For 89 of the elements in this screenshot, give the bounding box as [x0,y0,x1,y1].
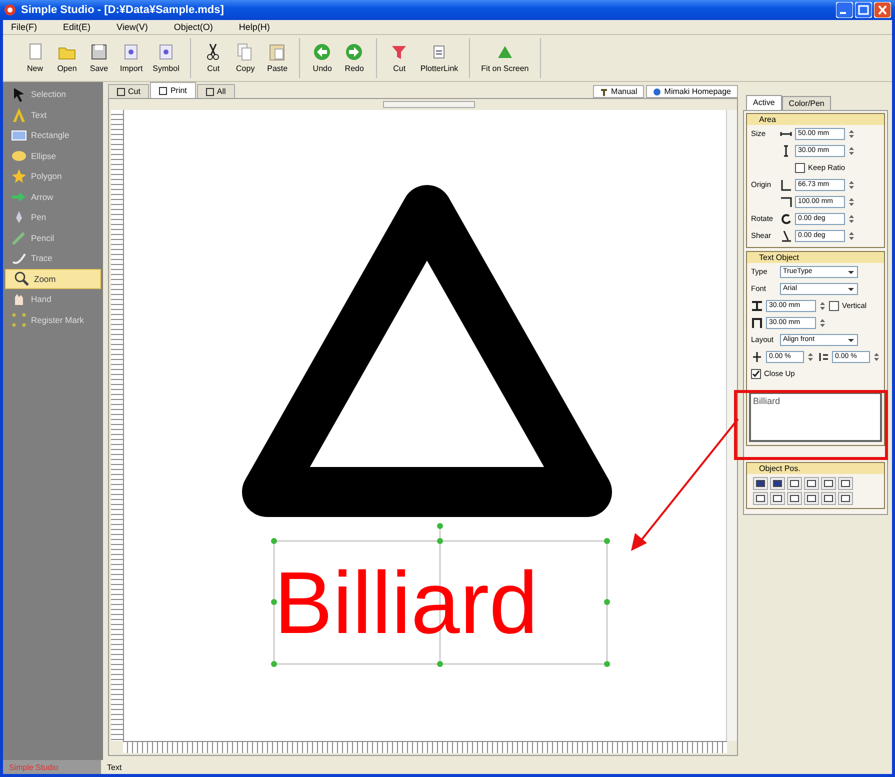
spin-icon[interactable] [873,350,880,362]
checkbox[interactable] [751,368,761,378]
position-button[interactable] [753,477,768,490]
section-header: Object Pos. [747,463,884,474]
link-button[interactable]: Manual [593,85,644,98]
clipboard-icon [268,43,286,61]
origin-x-icon [780,178,792,190]
toolbar-button[interactable]: New [21,41,49,75]
menu-item[interactable]: View(V) [114,22,150,32]
funnel-icon [390,43,408,61]
panel-tab[interactable]: Color/Pen [782,96,832,110]
redo-icon [345,43,364,61]
position-button[interactable] [838,477,853,490]
magnifier-icon [14,270,30,287]
position-button[interactable] [753,492,768,505]
toolbar-button[interactable]: Cut [199,41,228,75]
position-button[interactable] [804,492,819,505]
toolbar-button[interactable]: Cut [385,41,414,75]
document-icon [157,43,176,61]
toolbar-button[interactable]: Copy [231,41,260,75]
toolbar-button[interactable]: PlotterLink [417,41,462,75]
document-tab[interactable]: Print [150,82,196,98]
position-button[interactable] [770,492,785,505]
toolbar-button[interactable]: Save [85,41,113,75]
toolbar-button[interactable]: Import [117,41,146,75]
position-button[interactable] [770,477,785,490]
scrollbar-thumb[interactable] [383,101,475,108]
document-tab[interactable]: All [196,84,235,98]
tab-icon [117,88,125,96]
char-width-icon [751,300,763,312]
rotate-icon [780,212,792,224]
text-input-field[interactable]: Billiard [749,392,882,442]
toolbar-button[interactable]: Paste [263,41,292,75]
toolbar-button[interactable]: Open [53,41,81,75]
selection-frame[interactable] [271,523,610,667]
app-icon [4,4,16,16]
spin-icon[interactable] [819,316,826,328]
star-icon [11,168,27,184]
checkbox[interactable] [829,300,839,310]
spin-icon[interactable] [848,178,855,190]
line-spacing-icon [817,350,829,362]
link-button[interactable]: Mimaki Homepage [646,85,738,98]
spin-icon[interactable] [848,212,855,224]
panel-tab[interactable]: Active [746,95,782,110]
tab-icon [159,86,168,94]
spin-icon[interactable] [848,144,855,156]
spin-icon[interactable] [819,300,826,312]
toolbar-button[interactable]: Undo [308,41,336,75]
position-button[interactable] [821,477,836,490]
position-button[interactable] [838,492,853,505]
globe-icon [653,88,662,96]
maximize-icon[interactable] [855,2,872,18]
crosshair-icon [11,312,27,328]
position-button[interactable] [804,477,819,490]
menu-item[interactable]: Help(H) [236,22,272,32]
spin-icon[interactable] [807,350,814,362]
toolbar-button[interactable]: Symbol [150,41,182,75]
tab-icon [206,88,214,96]
undo-icon [313,43,332,61]
toolbar-button[interactable]: Redo [340,41,368,75]
tool-item[interactable]: Zoom [5,268,101,289]
spacing-icon [751,350,763,362]
spin-icon[interactable] [848,128,855,140]
document-tab[interactable]: Cut [108,84,150,98]
minimize-icon[interactable] [836,2,853,18]
spin-icon[interactable] [848,196,855,208]
section-header: Area [747,114,884,125]
spin-icon[interactable] [848,230,855,242]
copy-icon [236,43,254,61]
document-icon [122,43,140,61]
menu-item[interactable]: Object(O) [172,22,215,32]
window-title: Simple Studio - [D:¥Data¥Sample.mds] [21,4,225,16]
checkbox[interactable] [795,162,805,172]
close-icon[interactable] [874,2,891,18]
char-height-icon [751,316,763,328]
letter-a-icon [11,106,27,123]
position-button[interactable] [787,492,802,505]
section-header: Text Object [747,252,884,263]
pencil-icon [11,230,27,246]
shear-icon [780,230,792,242]
position-button[interactable] [787,477,802,490]
origin-y-icon [780,196,792,208]
status-tab[interactable]: Text [101,760,199,774]
position-button[interactable] [821,492,836,505]
vertical-scrollbar[interactable] [726,110,737,741]
toolbar-button[interactable]: Fit on Screen [478,41,532,75]
menu-item[interactable]: Edit(E) [61,22,93,32]
triangle-shape[interactable] [242,185,612,517]
menu-item[interactable]: File(F) [9,22,39,32]
